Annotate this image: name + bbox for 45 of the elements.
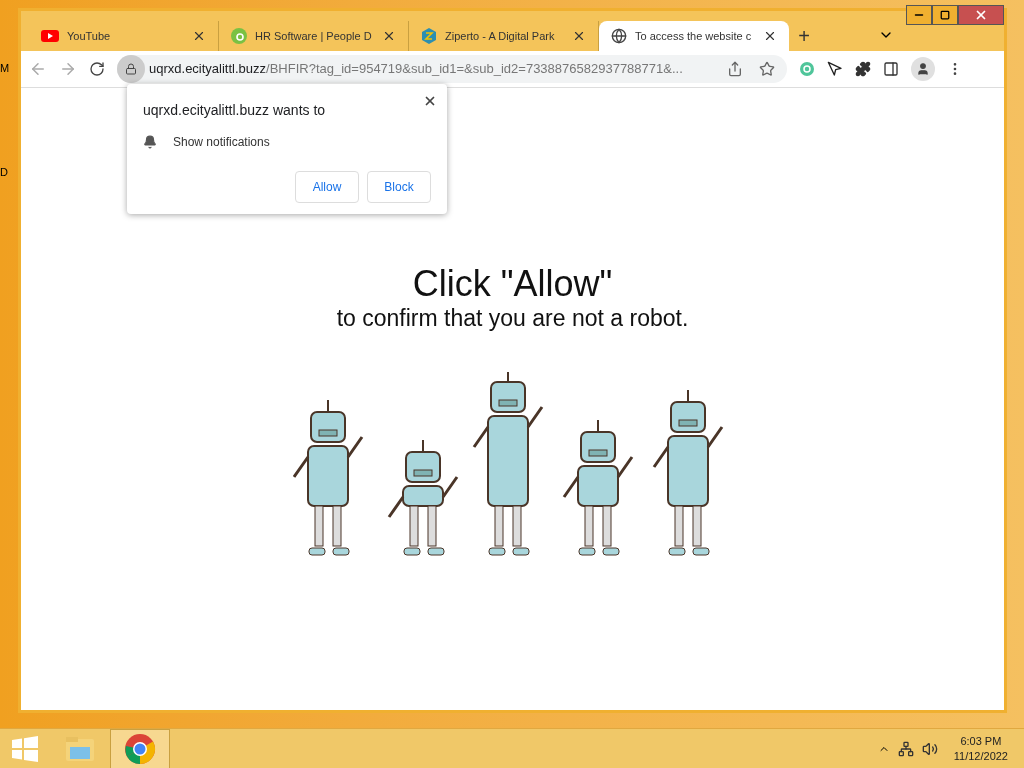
- share-icon[interactable]: [727, 61, 743, 77]
- clock-date[interactable]: 11/12/2022: [953, 748, 1008, 764]
- maximize-icon: [940, 10, 950, 20]
- extensions-icon[interactable]: [855, 61, 871, 77]
- globe-icon: [611, 28, 627, 44]
- chrome-taskbar-button[interactable]: [110, 728, 170, 768]
- minimize-button[interactable]: [906, 5, 932, 25]
- cursor-icon[interactable]: [827, 61, 843, 77]
- close-tab-icon[interactable]: [572, 29, 586, 43]
- tab-title: Ziperto - A Digital Park: [445, 28, 556, 44]
- prompt-button[interactable]: Allow: [295, 171, 359, 203]
- maximize-button[interactable]: [932, 5, 958, 25]
- desktop-label: D: [0, 165, 8, 180]
- clock-time[interactable]: 6:03 PM: [960, 733, 1002, 749]
- browser-tab[interactable]: To access the website c: [599, 21, 789, 51]
- popup-title: uqrxd.ecityalittl.buzz wants to: [143, 101, 327, 120]
- play-logo-icon: [41, 30, 59, 42]
- network-icon[interactable]: [897, 740, 914, 757]
- close-tab-icon[interactable]: [192, 29, 206, 43]
- tab-title: HR Software | People D: [255, 28, 373, 44]
- permission-label: Show notifications: [173, 134, 270, 151]
- profile-icon[interactable]: [916, 62, 930, 76]
- side-panel-icon[interactable]: [883, 61, 899, 77]
- address-bar[interactable]: uqrxd.ecityalittl.buzz/BHFIR?tag_id=954719&sub_id1=&sub_id2=7338876582937788771&...: [117, 55, 787, 83]
- desktop-label: M: [0, 61, 10, 76]
- page-heading: Click "Allow": [412, 264, 613, 304]
- new-tab-button[interactable]: +: [789, 21, 819, 51]
- chrome-logo-icon: [124, 732, 156, 765]
- tab-title: YouTube: [67, 28, 112, 44]
- close-tab-icon[interactable]: [763, 29, 777, 43]
- lock-icon[interactable]: [125, 63, 137, 75]
- page-subheading: to confirm that you are not a robot.: [336, 304, 689, 332]
- windows-start-icon[interactable]: [12, 735, 38, 762]
- bookmark-star-icon[interactable]: [759, 61, 775, 77]
- hexagon-logo-icon: [421, 28, 437, 44]
- tab-title: To access the website c: [635, 28, 753, 44]
- close-tab-icon[interactable]: [382, 29, 396, 43]
- reload-icon[interactable]: [89, 61, 105, 77]
- url-text: uqrxd.ecityalittl.buzz/BHFIR?tag_id=954719&sub_id1=&sub_id2=7338876582937788771&...: [149, 60, 684, 79]
- volume-icon[interactable]: [921, 740, 938, 757]
- close-icon[interactable]: [423, 94, 437, 108]
- close-button[interactable]: [958, 5, 1004, 25]
- prompt-button[interactable]: Block: [367, 171, 431, 203]
- bell-icon: [143, 135, 157, 149]
- close-icon: [974, 8, 988, 22]
